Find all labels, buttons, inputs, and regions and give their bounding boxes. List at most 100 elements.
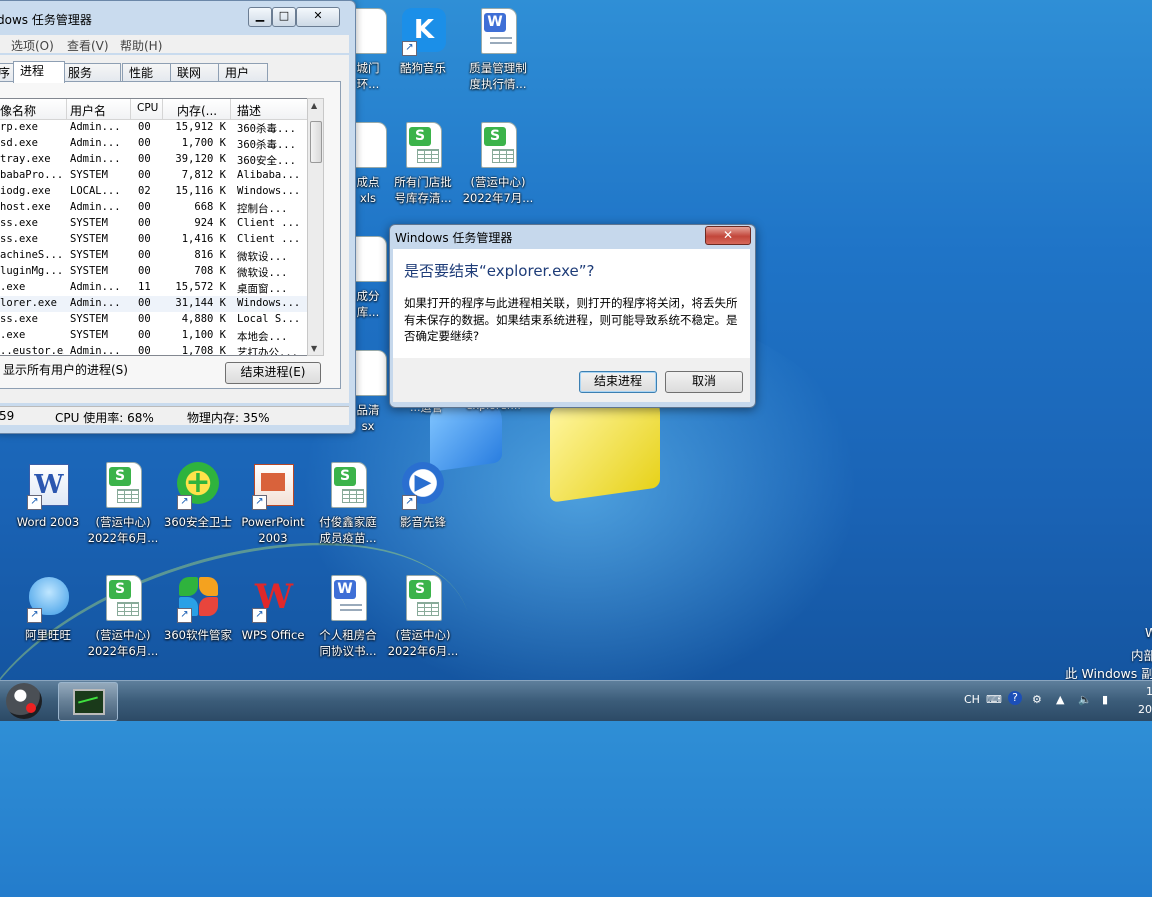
table-cell: .exe xyxy=(0,281,26,293)
tab-processes[interactable]: 进程 xyxy=(13,61,65,83)
title-bar[interactable]: dows 任务管理器 ▁ □ ✕ xyxy=(0,1,355,31)
end-process-button[interactable]: 结束进程(E) xyxy=(225,362,321,384)
table-cell: Admin... xyxy=(70,345,121,356)
table-row[interactable]: sd.exe Admin... 00 1,700 K 360杀毒... xyxy=(0,136,308,152)
tab-services[interactable]: 服务 xyxy=(61,63,121,82)
list-header: 像名称 用户名 CPU 内存(... 描述 xyxy=(0,99,308,120)
activation-watermark: W xyxy=(1145,625,1152,640)
table-cell: 4,880 K xyxy=(181,313,226,325)
desktop-icon-ops-june-2[interactable]: S (营运中心) 2022年6月... xyxy=(85,575,161,659)
column-image-name[interactable]: 像名称 xyxy=(0,102,36,119)
minimize-button[interactable]: ▁ xyxy=(248,7,272,27)
desktop-icon-batch-stock[interactable]: S 所有门店批 号库存清... xyxy=(385,122,461,206)
close-button[interactable]: ✕ xyxy=(296,7,340,27)
desktop-icon-ops-june-1[interactable]: S (营运中心) 2022年6月... xyxy=(85,462,161,546)
menu-options[interactable]: 选项(O) xyxy=(11,37,54,54)
table-row[interactable]: achineS... SYSTEM 00 816 K 微软设... xyxy=(0,248,308,264)
table-row[interactable]: babaPro... SYSTEM 00 7,812 K Alibaba... xyxy=(0,168,308,184)
desktop-icon-wps-office[interactable]: W ↗ WPS Office xyxy=(235,575,311,643)
clock-time[interactable]: 1 xyxy=(1146,685,1152,698)
desktop-icon-vaccine[interactable]: S 付俊鑫家庭 成员疫苗... xyxy=(310,462,386,546)
scroll-up-icon[interactable]: ▲ xyxy=(311,101,317,110)
icon-label: 影音先锋 xyxy=(400,515,446,529)
taskbar-task-manager[interactable] xyxy=(58,682,118,721)
desktop-icon-quality[interactable]: W 质量管理制 度执行情... xyxy=(460,8,536,92)
table-row[interactable]: ss.exe SYSTEM 00 1,416 K Client ... xyxy=(0,232,308,248)
confirm-end-process-button[interactable]: 结束进程 xyxy=(579,371,657,393)
table-row[interactable]: rp.exe Admin... 00 15,912 K 360杀毒... xyxy=(0,120,308,136)
desktop-icon-player[interactable]: ▶ ↗ 影音先锋 xyxy=(385,462,461,530)
table-row[interactable]: ss.exe SYSTEM 00 924 K Client ... xyxy=(0,216,308,232)
desktop-icon-ops-june-3[interactable]: S (营运中心) 2022年6月... xyxy=(385,575,461,659)
cancel-button[interactable]: 取消 xyxy=(665,371,743,393)
tab-users[interactable]: 用户 xyxy=(218,63,268,82)
desktop-icon-360-soft[interactable]: ↗ 360软件管家 xyxy=(160,575,236,643)
desktop-icon-powerpoint[interactable]: ↗ PowerPoint 2003 xyxy=(235,462,311,546)
process-list-scrollbar[interactable]: ▲ ▼ xyxy=(307,98,324,356)
task-manager-window[interactable]: dows 任务管理器 ▁ □ ✕ 选项(O) 查看(V) 帮助(H) 序 进程 … xyxy=(0,0,356,434)
start-button[interactable] xyxy=(6,683,42,719)
ime-options-icon[interactable]: ⚙ xyxy=(1032,693,1042,706)
status-bar: 59 CPU 使用率: 68% 物理内存: 35% xyxy=(0,406,349,425)
desktop-icon-wangwang[interactable]: ↗ 阿里旺旺 xyxy=(10,575,86,643)
tab-networking[interactable]: 联网 xyxy=(170,63,222,82)
table-cell: 微软设... xyxy=(237,251,288,263)
desktop-icon-kugou[interactable]: K ↗ 酷狗音乐 xyxy=(385,8,461,76)
table-row[interactable]: lorer.exe Admin... 00 31,144 K Windows... xyxy=(0,296,308,312)
icon-label: 个人租房合 xyxy=(319,628,377,642)
menu-view[interactable]: 查看(V) xyxy=(67,37,109,54)
powerpoint-icon: ↗ xyxy=(250,462,296,510)
table-row[interactable]: .exe Admin... 11 15,572 K 桌面窗... xyxy=(0,280,308,296)
column-description[interactable]: 描述 xyxy=(237,102,261,119)
table-cell: Admin... xyxy=(70,153,121,165)
icon-label: 成员疫苗... xyxy=(319,531,377,545)
icon-label: 阿里旺旺 xyxy=(25,628,71,642)
table-cell: 艺打办公... xyxy=(237,347,298,356)
table-cell: SYSTEM xyxy=(70,249,108,261)
desktop-icon-360-safe[interactable]: + ↗ 360安全卫士 xyxy=(160,462,236,530)
desktop-icon-ops-july[interactable]: S (营运中心) 2022年7月... xyxy=(460,122,536,206)
icon-label: 360软件管家 xyxy=(164,628,232,642)
table-row[interactable]: ss.exe SYSTEM 00 4,880 K Local S... xyxy=(0,312,308,328)
menu-help[interactable]: 帮助(H) xyxy=(120,37,162,54)
desktop-icon-word2003[interactable]: W ↗ Word 2003 xyxy=(10,462,86,530)
table-cell: 00 xyxy=(138,249,151,261)
column-user-name[interactable]: 用户名 xyxy=(70,102,106,119)
end-process-dialog[interactable]: Windows 任务管理器 ✕ 是否要结束“explorer.exe”? 如果打… xyxy=(389,224,756,408)
table-row[interactable]: host.exe Admin... 00 668 K 控制台... xyxy=(0,200,308,216)
360-soft-icon: ↗ xyxy=(175,575,221,623)
clock-date[interactable]: 20 xyxy=(1138,703,1152,716)
keyboard-icon[interactable]: ⌨ xyxy=(986,693,1002,706)
scroll-down-icon[interactable]: ▼ xyxy=(311,344,317,353)
table-row[interactable]: .exe SYSTEM 00 1,100 K 本地会... xyxy=(0,328,308,344)
table-cell: LOCAL... xyxy=(70,185,121,197)
dialog-close-button[interactable]: ✕ xyxy=(705,226,751,245)
table-row[interactable]: iodg.exe LOCAL... 02 15,116 K Windows... xyxy=(0,184,308,200)
help-icon[interactable]: ? xyxy=(1008,691,1022,705)
player-icon: ▶ ↗ xyxy=(400,462,446,510)
table-cell: Admin... xyxy=(70,281,121,293)
table-cell: 00 xyxy=(138,137,151,149)
scroll-thumb[interactable] xyxy=(310,121,322,163)
table-cell: ss.exe xyxy=(0,313,38,325)
language-indicator[interactable]: CH xyxy=(964,693,980,706)
column-cpu[interactable]: CPU xyxy=(137,102,158,114)
volume-icon[interactable]: 🔈 xyxy=(1078,693,1092,706)
tab-performance[interactable]: 性能 xyxy=(122,63,174,82)
record-indicator-icon xyxy=(26,703,36,713)
table-cell: Admin... xyxy=(70,297,121,309)
table-cell: 15,912 K xyxy=(175,121,226,133)
table-row[interactable]: luginMg... SYSTEM 00 708 K 微软设... xyxy=(0,264,308,280)
table-row[interactable]: ..eustor.exe Admin... 00 1,708 K 艺打办公... xyxy=(0,344,308,356)
process-list[interactable]: 像名称 用户名 CPU 内存(... 描述 rp.exe Admin... 00 15… xyxy=(0,98,309,356)
icon-label: 2003 xyxy=(258,531,288,545)
table-row[interactable]: tray.exe Admin... 00 39,120 K 360安全... xyxy=(0,152,308,168)
show-all-users-checkbox[interactable]: 显示所有用户的进程(S) xyxy=(3,361,128,378)
network-icon[interactable]: ▮ xyxy=(1102,693,1108,706)
column-memory[interactable]: 内存(... xyxy=(177,102,217,119)
icon-label: 号库存清... xyxy=(394,191,452,205)
icon-label: (营运中心) xyxy=(395,628,451,642)
desktop-icon-rental[interactable]: W 个人租房合 同协议书... xyxy=(310,575,386,659)
maximize-button[interactable]: □ xyxy=(272,7,296,27)
show-hidden-icons-icon[interactable]: ▲ xyxy=(1056,693,1064,706)
